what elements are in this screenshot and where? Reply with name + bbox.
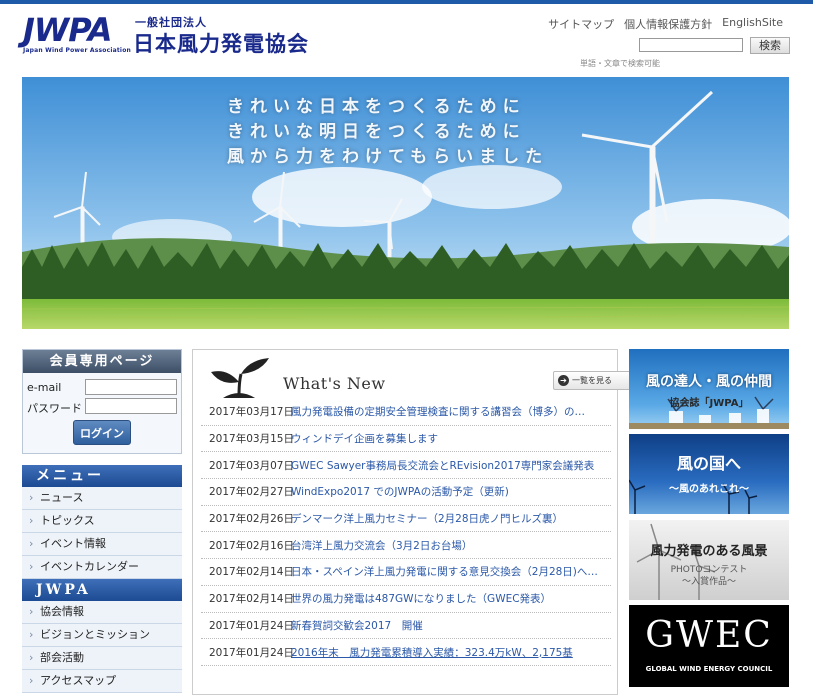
news-date: 2017年02月14日 [209,566,294,579]
whats-new-title: What's New [283,374,386,393]
menu-item-news[interactable]: ニュース [22,487,182,510]
search-input[interactable] [639,38,743,52]
banner-journal-sub: 協会誌「JWPA」 [669,398,749,409]
news-link[interactable]: 台湾洋上風力交流会（3月2日お台場） [291,538,472,553]
news-link[interactable]: デンマーク洋上風力セミナー（2月28日虎ノ門ヒルズ裏） [291,511,563,526]
news-link[interactable]: ウィンドデイ企画を募集します [291,431,438,446]
news-date: 2017年01月24日 [209,619,294,632]
news-date: 2017年02月26日 [209,513,294,526]
news-row: 2017年03月15日 ウィンドデイ企画を募集します [201,426,611,453]
arrow-right-icon: ➔ [558,375,569,386]
logo-organization-name: 日本風力発電協会 [133,32,309,56]
news-link[interactable]: 世界の風力発電は487GWになりました（GWEC発表） [291,591,551,606]
news-date: 2017年01月24日 [209,646,294,659]
view-all-label: 一覧を見る [572,376,612,385]
banner-wind-country-sub: 〜風のあれこれ〜 [669,484,749,495]
turbine-photo-image [636,523,716,600]
menu-item-event-calendar[interactable]: イベントカレンダー [22,556,182,579]
news-date: 2017年03月15日 [209,433,294,446]
hero-banner: きれいな日本をつくるために きれいな明日をつくるために 風から力をわけてもらいま… [22,77,789,329]
menu-item-vision-mission[interactable]: ビジョンとミッション [22,624,182,647]
menu-item-events[interactable]: イベント情報 [22,533,182,556]
news-list: 2017年03月17日 風力発電設備の定期安全管理検査に関する講習会（博多）の… … [201,399,611,666]
banner-photo-contest-title: 風力発電のある風景 [650,544,768,559]
news-row: 2017年03月07日 GWEC Sawyer事務局長交流会とREvision20… [201,452,611,480]
search-note: 単語・文章で検索可能 [580,59,660,68]
news-row: 2017年02月26日 デンマーク洋上風力セミナー（2月28日虎ノ門ヒルズ裏） [201,506,611,533]
top-accent-bar [0,0,813,4]
news-row: 2017年02月27日 WindExpo2017 でのJWPAの活動予定（更新) [201,479,611,506]
email-label: e-mail [27,381,62,394]
privacy-policy-link[interactable]: 個人情報保護方針 [624,16,712,32]
news-date: 2017年03月17日 [209,406,294,419]
banner-photo-contest-sub2: 〜入賞作品〜 [681,577,736,587]
utility-links: サイトマップ 個人情報保護方針 EnglishSite [548,16,783,32]
banner-journal-title: 風の達人・風の仲間 [646,374,772,390]
banner-wind-country-title: 風の国へ [676,454,741,473]
news-row: 2017年01月24日 新春賀詞交歓会2017 開催 [201,613,611,640]
site-logo[interactable]: JWPA Japan Wind Power Association 一般社団法人… [23,14,353,58]
whats-new-panel: What's New ➔ 一覧を見る 2017年03月17日 風力発電設備の定期安… [192,349,633,695]
banner-gwec[interactable]: GWEC GLOBAL WIND ENERGY COUNCIL [629,605,789,687]
turbine-silhouette-image [629,479,758,514]
banner-gwec-title: GWEC [645,615,773,656]
side-menu: メニュー ニュース トピックス イベント情報 イベントカレンダー JWPA 協会… [22,465,182,693]
sprout-icon [211,358,269,398]
email-field[interactable] [85,379,177,395]
news-row: 2017年03月17日 風力発電設備の定期安全管理検査に関する講習会（博多）の… [201,399,611,426]
hero-line: きれいな日本をつくるために [227,97,526,117]
menu-item-about[interactable]: 協会情報 [22,601,182,624]
login-button[interactable]: ログイン [73,420,131,445]
hero-slogan: きれいな日本をつくるために きれいな明日をつくるために 風から力をわけてもらいま… [227,95,548,170]
news-date: 2017年03月07日 [209,459,294,472]
news-date: 2017年02月14日 [209,593,294,606]
hero-line: 風から力をわけてもらいました [227,147,549,167]
sitemap-link[interactable]: サイトマップ [548,16,614,32]
banner-gwec-sub: GLOBAL WIND ENERGY COUNCIL [645,665,773,673]
menu-item-committees[interactable]: 部会活動 [22,647,182,670]
logo-subtitle: Japan Wind Power Association [23,47,131,54]
menu-item-topics[interactable]: トピックス [22,510,182,533]
news-link[interactable]: 風力発電設備の定期安全管理検査に関する講習会（博多）の… [291,404,585,419]
news-link[interactable]: 2016年末 風力発電累積導入実績：323.4万kW、2,175基 [291,645,573,660]
news-row: 2017年01月24日 2016年末 風力発電累積導入実績：323.4万kW、2,… [201,639,611,666]
banner-journal[interactable]: 風の達人・風の仲間 協会誌「JWPA」 [629,349,789,429]
hero-line: きれいな明日をつくるために [227,122,526,142]
banner-photo-contest[interactable]: 風力発電のある風景 PHOTOコンテスト 〜入賞作品〜 [629,520,789,600]
news-link[interactable]: WindExpo2017 でのJWPAの活動予定（更新) [291,484,509,499]
member-login-box: 会員専用ページ e-mail パスワード ログイン [22,349,182,454]
whats-new-header: What's New ➔ 一覧を見る [207,358,633,398]
news-link[interactable]: 日本・スペイン洋上風力発電に関する意見交換会（2月28日)へ… [291,564,598,579]
news-date: 2017年02月16日 [209,539,294,552]
news-row: 2017年02月16日 台湾洋上風力交流会（3月2日お台場） [201,532,611,560]
news-row: 2017年02月14日 世界の風力発電は487GWになりました（GWEC発表） [201,586,611,613]
news-link[interactable]: GWEC Sawyer事務局長交流会とREvision2017専門家会議発表 [291,458,594,473]
member-login-title: 会員専用ページ [23,350,181,373]
view-all-button[interactable]: ➔ 一覧を見る [553,371,633,390]
english-site-link[interactable]: EnglishSite [722,16,783,32]
menu-heading-jwpa: JWPA [22,579,182,601]
menu-heading: メニュー [22,465,182,487]
news-date: 2017年02月27日 [209,486,294,499]
password-field[interactable] [85,398,177,414]
menu-item-access-map[interactable]: アクセスマップ [22,670,182,693]
banner-wind-country[interactable]: 風の国へ 〜風のあれこれ〜 [629,434,789,514]
search-button[interactable]: 検索 [750,37,790,54]
news-row: 2017年02月14日 日本・スペイン洋上風力発電に関する意見交換会（2月28日)… [201,559,611,586]
news-link[interactable]: 新春賀詞交歓会2017 開催 [291,618,423,633]
password-label: パスワード [27,402,82,415]
logo-mark: JWPA [23,11,112,49]
